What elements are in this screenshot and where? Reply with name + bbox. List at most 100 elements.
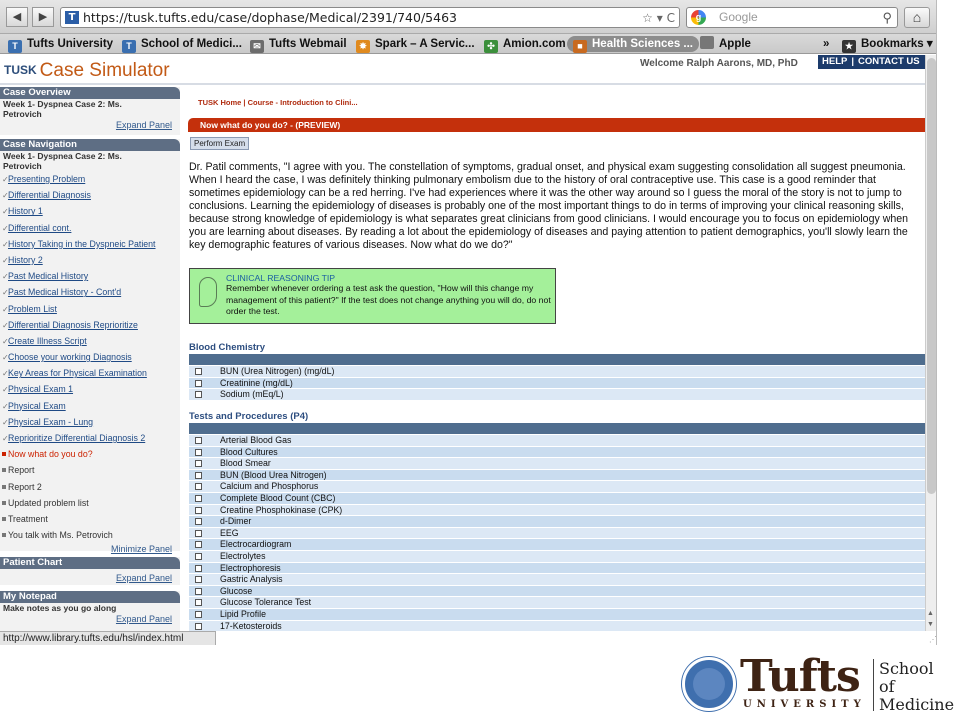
contact-link[interactable]: CONTACT US: [854, 56, 924, 67]
case-navigation-item[interactable]: ✓Physical Exam - Lung: [0, 414, 180, 430]
bookmark-item[interactable]: ✉ Tufts Webmail: [250, 36, 347, 53]
order-checkbox[interactable]: [195, 622, 202, 630]
order-label: Electrolytes: [220, 550, 266, 561]
notepad-expand-link[interactable]: Expand Panel: [0, 613, 180, 625]
case-navigation-item[interactable]: ✓Create Illness Script: [0, 333, 180, 349]
bookmark-item[interactable]: ■ Health Sciences ...: [567, 36, 699, 53]
patient-chart-expand-link[interactable]: Expand Panel: [0, 572, 180, 584]
checklist-row[interactable]: Electrocardiogram: [189, 539, 925, 551]
order-checkbox[interactable]: [195, 552, 202, 560]
case-navigation-item[interactable]: ✓Problem List: [0, 301, 180, 317]
order-checkbox[interactable]: [195, 610, 202, 618]
case-overview-title: Case Overview: [0, 87, 180, 99]
case-navigation-item[interactable]: ✓Past Medical History: [0, 268, 180, 284]
case-navigation-item[interactable]: ✓History 1: [0, 203, 180, 219]
case-navigation-item[interactable]: ✓Reprioritize Differential Diagnosis 2: [0, 430, 180, 446]
magnifier-icon[interactable]: ⚲: [882, 8, 892, 27]
bookmark-item[interactable]: T Tufts University: [8, 36, 113, 53]
case-navigation-item[interactable]: ✓Physical Exam: [0, 398, 180, 414]
checklist-row[interactable]: Electrolytes: [189, 550, 925, 563]
order-checkbox[interactable]: [195, 437, 202, 444]
case-navigation-item[interactable]: ✓History 2: [0, 252, 180, 268]
tusk-logo-text: TUSK: [4, 63, 37, 77]
order-checkbox[interactable]: [195, 541, 202, 549]
vertical-scrollbar[interactable]: ▲ ▼: [925, 55, 936, 631]
case-navigation-item[interactable]: ✓Presenting Problem: [0, 171, 180, 187]
checklist-row[interactable]: d-Dimer: [189, 516, 925, 528]
checklist-row[interactable]: Complete Blood Count (CBC): [189, 492, 925, 505]
order-checkbox[interactable]: [195, 599, 202, 607]
help-link[interactable]: HELP: [818, 56, 851, 67]
checklist-row[interactable]: Blood Cultures: [189, 446, 925, 459]
forward-button[interactable]: ▶: [32, 7, 54, 27]
scrollbar-thumb[interactable]: [927, 58, 936, 494]
bookmark-item[interactable]: ✣ Amion.com: [484, 36, 566, 53]
order-checkbox[interactable]: [195, 564, 202, 572]
bookmark-item[interactable]: Apple: [700, 36, 751, 52]
url-bar[interactable]: T https://tusk.tufts.edu/case/dophase/Me…: [60, 7, 680, 28]
order-label: Electrocardiogram: [220, 539, 292, 550]
order-checkbox[interactable]: [195, 494, 202, 502]
case-navigation-item[interactable]: ✓Differential Diagnosis Reprioritize: [0, 317, 180, 333]
dropdown-arrow-icon[interactable]: ▾: [657, 11, 663, 25]
checklist-row[interactable]: Arterial Blood Gas: [189, 435, 925, 447]
checklist-row[interactable]: Electrophoresis: [189, 562, 925, 575]
bookmarks-overflow-icon[interactable]: »: [823, 36, 829, 52]
checklist-row[interactable]: Glucose Tolerance Test: [189, 597, 925, 609]
order-checkbox[interactable]: [195, 379, 202, 387]
checklist-row[interactable]: EEG: [189, 527, 925, 540]
bookmark-star-icon[interactable]: ☆: [642, 11, 653, 25]
checklist-row[interactable]: BUN (Blood Urea Nitrogen): [189, 469, 925, 482]
navigation-bar: ◀ ▶ T https://tusk.tufts.edu/case/dophas…: [0, 0, 936, 34]
case-navigation-item[interactable]: ✓Differential cont.: [0, 220, 180, 236]
checklist-row[interactable]: 17-Ketosteroids: [189, 620, 925, 631]
perform-exam-button[interactable]: Perform Exam: [190, 137, 250, 150]
case-overview-expand-link[interactable]: Expand Panel: [0, 119, 180, 131]
breadcrumb[interactable]: TUSK Home | Course - Introduction to Cli…: [198, 98, 358, 107]
checklist-row[interactable]: Glucose: [189, 585, 925, 598]
case-navigation-item[interactable]: ✓Past Medical History - Cont'd: [0, 284, 180, 300]
case-navigation-item[interactable]: ✓Physical Exam 1: [0, 381, 180, 397]
case-navigation-item[interactable]: ✓Choose your working Diagnosis: [0, 349, 180, 365]
bookmark-item[interactable]: ✸ Spark – A Servic...: [356, 36, 475, 53]
order-checkbox[interactable]: [195, 587, 202, 595]
order-checkbox[interactable]: [195, 529, 202, 537]
bullet-icon: [2, 484, 6, 489]
reload-icon[interactable]: C: [667, 11, 675, 25]
order-checkbox[interactable]: [195, 391, 202, 399]
checklist-row[interactable]: Creatine Phosphokinase (CPK): [189, 504, 925, 517]
order-label: Complete Blood Count (CBC): [220, 492, 336, 503]
checklist-row[interactable]: BUN (Urea Nitrogen) (mg/dL): [189, 366, 925, 378]
case-simulator-logo[interactable]: TUSK Case Simulator: [4, 60, 170, 82]
order-checkbox[interactable]: [195, 460, 202, 468]
checklist-row[interactable]: Creatinine (mg/dL): [189, 377, 925, 390]
resize-grip-icon[interactable]: ⋰: [929, 635, 936, 644]
case-navigation-item[interactable]: ✓Differential Diagnosis: [0, 187, 180, 203]
bookmarks-menu[interactable]: ★ Bookmarks ▾: [842, 36, 933, 53]
order-checkbox[interactable]: [195, 506, 202, 514]
checklist-row[interactable]: Gastric Analysis: [189, 574, 925, 586]
checklist-row[interactable]: Calcium and Phosphorus: [189, 481, 925, 493]
scroll-up-icon[interactable]: ▲: [927, 610, 934, 617]
scroll-down-icon[interactable]: ▼: [927, 621, 934, 628]
order-checkbox[interactable]: [195, 448, 202, 456]
order-checkbox[interactable]: [195, 471, 202, 479]
search-input[interactable]: g Google ⚲: [686, 7, 898, 28]
home-button[interactable]: ⌂: [904, 7, 930, 28]
checklist-row[interactable]: Sodium (mEq/L): [189, 389, 925, 401]
case-navigation-item: Updated problem list: [0, 495, 180, 511]
checklist-row[interactable]: Lipid Profile: [189, 608, 925, 621]
order-label: Electrophoresis: [220, 562, 281, 573]
order-label: EEG: [220, 527, 239, 538]
order-checkbox[interactable]: [195, 576, 202, 584]
minimize-panel-link[interactable]: Minimize Panel: [0, 543, 180, 555]
order-checkbox[interactable]: [195, 518, 202, 526]
back-button[interactable]: ◀: [6, 7, 28, 27]
order-checkbox[interactable]: [195, 368, 202, 375]
case-navigation-item[interactable]: ✓History Taking in the Dyspneic Patient: [0, 236, 180, 252]
order-checkbox[interactable]: [195, 483, 202, 491]
checklist-row[interactable]: Blood Smear: [189, 458, 925, 470]
case-navigation-item[interactable]: ✓Key Areas for Physical Examination: [0, 365, 180, 381]
bookmark-item[interactable]: T School of Medici...: [122, 36, 242, 53]
order-label: Blood Cultures: [220, 446, 278, 457]
